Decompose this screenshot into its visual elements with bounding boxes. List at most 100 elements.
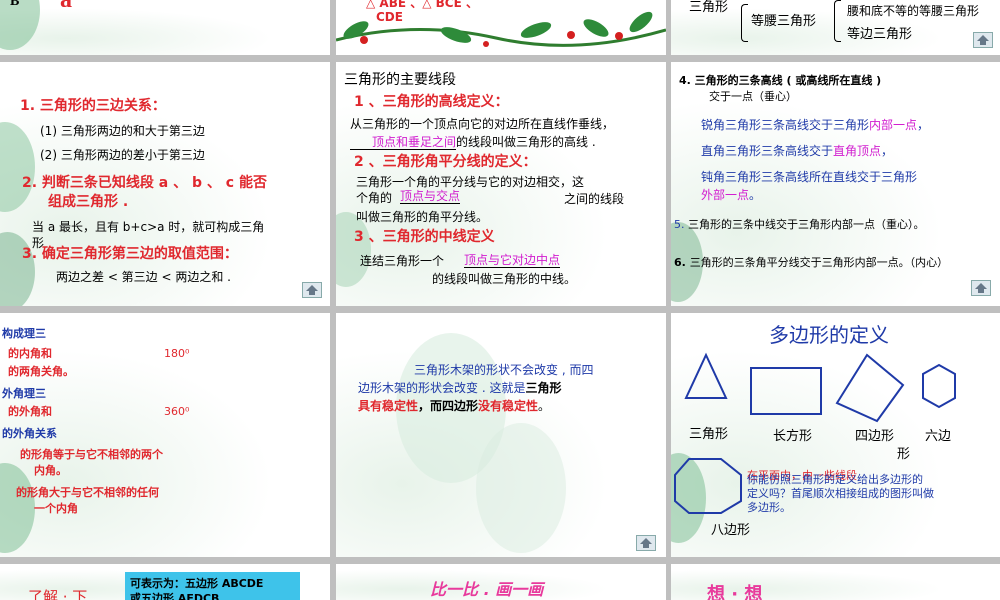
- median-def-2: 的线段叫做三角形的中线。: [432, 272, 577, 286]
- exterior-greater-2: 一个内角: [34, 502, 78, 515]
- bisector-def-3: 之间的线段: [564, 192, 625, 206]
- balloon-decoration: [0, 0, 40, 50]
- slide-6: 4. 三角形的三条高线 ( 或高线所在直线 ) 交于一点（垂心） 锐角三角形三条…: [671, 62, 1000, 306]
- interior-relation: 的两角关角。: [8, 365, 74, 378]
- judge-line-2: 组成三角形 .: [48, 194, 129, 210]
- segments-heading: 三角形的主要线段: [344, 72, 456, 88]
- stability-connector: ，而四边形: [418, 399, 479, 413]
- quad-label: 四边形: [855, 429, 895, 444]
- interior-sum-label: 的内角和: [8, 347, 52, 360]
- triangle-stable: 具有稳定性: [358, 399, 419, 413]
- exterior-equal-2: 内角。: [34, 464, 67, 477]
- brace-1: [741, 4, 748, 42]
- bisector-blank: 顶点与交点: [400, 189, 461, 205]
- triangle-shape: [684, 352, 728, 399]
- altitude-def-2-row: 顶点和垂足之间的线段叫做三角形的高线 .: [350, 135, 596, 151]
- acute-end: ，: [917, 118, 930, 132]
- rectangle-shape: [750, 367, 822, 415]
- info-box-line-1: 可表示为：五边形 ABCDE: [130, 577, 264, 590]
- right-text: 直角三角形三条高线交于: [701, 144, 834, 158]
- acute-text: 锐角三角形三条高线交于三角形: [701, 118, 870, 132]
- exterior-sum-value: 360⁰: [164, 405, 190, 418]
- bisector-def-4: 叫做三角形的角平分线。: [356, 210, 489, 224]
- acute-row: 锐角三角形三条高线交于三角形内部一点，: [701, 118, 929, 132]
- slide-1: B a: [0, 0, 330, 55]
- quad-unstable: 没有稳定性: [478, 399, 539, 413]
- stability-line-2-strong: 三角形: [525, 381, 562, 395]
- obtuse-end: 。: [749, 188, 762, 202]
- acute-highlight: 内部一点: [869, 118, 918, 132]
- relation-item-2: (2) 三角形两边的差小于第三边: [40, 148, 205, 162]
- hexagon-shape: [922, 363, 956, 409]
- judge-line-1: 2. 判断三条已知线段 a 、 b 、 c 能否: [22, 175, 267, 191]
- think-title: 想 · 想: [707, 584, 763, 600]
- octagon-shape: [674, 458, 742, 514]
- stability-line-2-text: 边形木架的形状会改变 . 这就是: [358, 381, 526, 395]
- interior-sum-value: 180⁰: [164, 347, 190, 360]
- triangle-label: 三角形: [689, 427, 729, 442]
- equilateral-label: 等边三角形: [847, 27, 913, 42]
- label-a: a: [60, 0, 72, 13]
- median-def-1: 连结三角形一个: [360, 254, 445, 268]
- exterior-theorem-title: 外角理三: [2, 387, 46, 400]
- exterior-equal-1: 的形角等于与它不相邻的两个: [20, 448, 163, 461]
- balloon-decoration: [0, 463, 35, 553]
- stability-line-1: 三角形木架的形状不会改变 , 而四: [414, 363, 594, 377]
- exterior-greater-1: 的形角大于与它不相邻的任何: [16, 486, 159, 499]
- median-blank: 顶点与它对边中点: [464, 253, 561, 269]
- bisector-title: 2 、三角形角平分线的定义：: [354, 154, 537, 170]
- stability-line-2: 边形木架的形状会改变 . 这就是三角形: [358, 381, 561, 395]
- isosceles-non-equal-label: 腰和底不等的等腰三角形: [847, 4, 980, 18]
- slide-10: 了解 · 下 可表示为：五边形 ABCDE 或五边形 AEDCB: [0, 564, 330, 600]
- home-button[interactable]: [971, 280, 991, 296]
- slide-7: 构成理三 的内角和 180⁰ 的两角关角。 外角理三 的外角和 360⁰ 的外角…: [0, 313, 330, 557]
- incenter-text: 三角形的三条角平分线交于三角形内部一点。（内心）: [689, 256, 949, 269]
- relation-item-1: (1) 三角形两边的和大于第三边: [40, 124, 205, 138]
- brace-2: [834, 0, 841, 42]
- slide-4: 1. 三角形的三边关系： (1) 三角形两边的和大于第三边 (2) 三角形两边的…: [0, 62, 330, 306]
- judge-note: 当 a 最长，且有 b+c>a 时，就可构成三角: [32, 220, 265, 234]
- right-highlight: 直角顶点: [833, 144, 882, 158]
- centroid-row: 5. 三角形的三条中线交于三角形内部一点（重心）。: [674, 218, 925, 231]
- relation-title: 1. 三角形的三边关系：: [20, 98, 166, 114]
- home-button[interactable]: [302, 282, 322, 298]
- rectangle-label: 长方形: [773, 429, 813, 444]
- home-button[interactable]: [973, 32, 993, 48]
- heights-point-4: 4. 三角形的三条高线 ( 或高线所在直线 ): [679, 74, 882, 87]
- info-box-line-2: 或五边形 AEDCB: [130, 592, 220, 600]
- balloon-decoration: [476, 423, 566, 553]
- stability-line-3: 具有稳定性，而四边形没有稳定性。: [358, 399, 550, 413]
- slide-12: 想 · 想: [671, 564, 1000, 600]
- slide-5: 三角形的主要线段 1 、三角形的高线定义： 从三角形的一个顶点向它的对边所在直线…: [336, 62, 666, 306]
- hexagon-label: 六边: [925, 429, 952, 444]
- obtuse-row-2: 外部一点。: [701, 188, 761, 202]
- definition-line-2: 定义吗？首尾顺次相接组成的图形叫做: [747, 487, 934, 500]
- balloon-decoration: [0, 232, 35, 306]
- isosceles-label: 等腰三角形: [751, 14, 817, 29]
- exterior-relation: 的外角关系: [2, 427, 57, 440]
- partial-title: 了解 · 下: [28, 588, 88, 600]
- triangle-label: 三角形: [689, 0, 729, 15]
- median-title: 3 、三角形的中线定义: [354, 229, 495, 245]
- altitude-blank: 顶点和垂足之间: [350, 135, 457, 151]
- altitude-def-2: 的线段叫做三角形的高线 .: [456, 135, 596, 149]
- exterior-sum-label: 的外角和: [8, 405, 52, 418]
- centroid-number: 5.: [674, 218, 685, 231]
- obtuse-text: 钝角三角形三条高线所在直线交于三角形: [701, 170, 918, 184]
- incenter-number: 6.: [674, 256, 686, 269]
- slide-3: 三角形 等腰三角形 腰和底不等的等腰三角形 等边三角形: [671, 0, 1000, 55]
- interior-theorem-title: 构成理三: [2, 327, 46, 340]
- hexagon-label-2: 形: [897, 447, 911, 462]
- definition-line-3: 多边形。: [747, 501, 791, 514]
- incenter-row: 6. 三角形的三条角平分线交于三角形内部一点。（内心）: [674, 256, 948, 269]
- slide2-line2: CDE: [376, 10, 403, 24]
- slide-11: 比一比 . 画一画: [336, 564, 666, 600]
- range-formula: 两边之差 < 第三边 < 两边之和 .: [56, 270, 231, 284]
- label-b: B: [10, 0, 20, 9]
- range-title: 3. 确定三角形第三边的取值范围：: [22, 246, 238, 262]
- stability-period: 。: [538, 399, 551, 413]
- centroid-text: 三角形的三条中线交于三角形内部一点（重心）。: [688, 218, 925, 231]
- slide-9: 多边形的定义 三角形 长方形 四边形 六边 形 在平面内，由一些线段 你能仿照三…: [671, 313, 1000, 557]
- home-button[interactable]: [636, 535, 656, 551]
- octagon-label: 八边形: [711, 523, 751, 538]
